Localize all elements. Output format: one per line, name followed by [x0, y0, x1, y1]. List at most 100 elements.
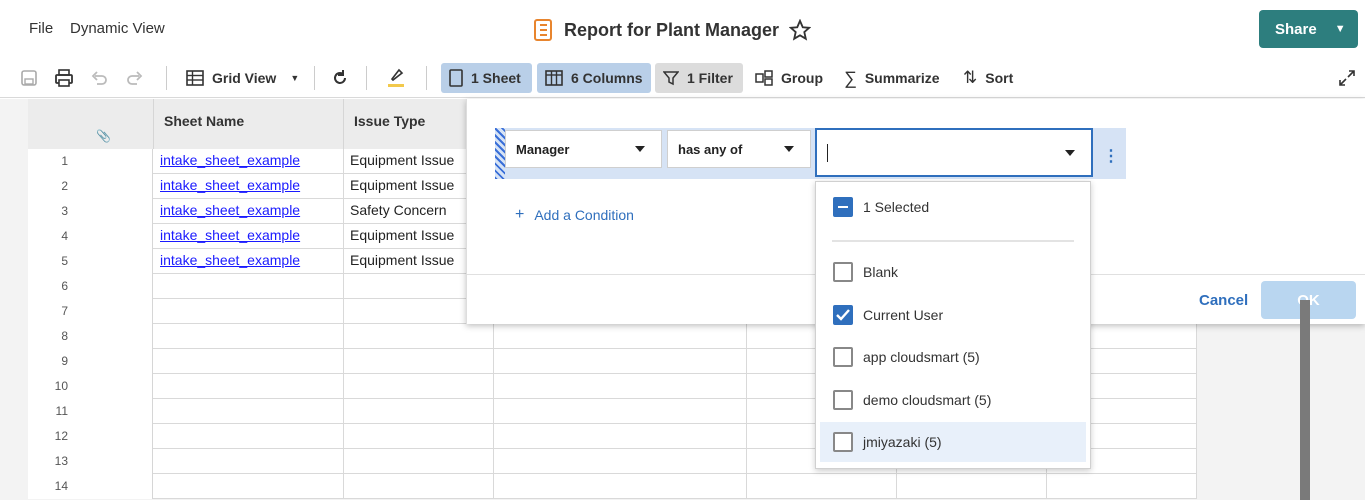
summarize-button[interactable]: ∑ Summarize — [836, 63, 948, 93]
option-item[interactable]: jmiyazaki (5) — [820, 422, 1086, 462]
issue-type-cell[interactable] — [344, 474, 494, 499]
sheet-name-cell[interactable] — [154, 349, 344, 374]
drag-handle[interactable] — [495, 128, 505, 179]
scrollbar[interactable] — [1300, 300, 1310, 500]
value-input[interactable] — [827, 143, 828, 162]
save-icon[interactable] — [20, 69, 38, 87]
issue-type-cell[interactable] — [344, 449, 494, 474]
row-number: 1 — [28, 149, 153, 174]
toolbar-divider — [314, 66, 315, 90]
undo-icon[interactable] — [90, 69, 108, 87]
empty-cell[interactable] — [494, 349, 747, 374]
sheet-name-cell[interactable] — [154, 324, 344, 349]
checkbox-icon[interactable] — [833, 347, 853, 367]
sheet-name-cell[interactable] — [154, 449, 344, 474]
filter-button[interactable]: 1 Filter — [655, 63, 743, 93]
sheet-name-cell[interactable] — [154, 399, 344, 424]
checkbox-icon[interactable] — [833, 262, 853, 282]
sheet-link[interactable]: intake_sheet_example — [160, 152, 300, 168]
more-options-icon[interactable]: ⋮ — [1103, 146, 1119, 166]
sigma-icon: ∑ — [844, 67, 857, 88]
issue-type-cell[interactable] — [344, 399, 494, 424]
row-number: 11 — [28, 399, 153, 424]
field-dropdown[interactable]: Manager — [505, 130, 662, 168]
issue-type-cell[interactable] — [344, 374, 494, 399]
sheet-link[interactable]: intake_sheet_example — [160, 177, 300, 193]
empty-cell[interactable] — [494, 424, 747, 449]
option-label: app cloudsmart (5) — [863, 349, 980, 365]
checkbox-checked-icon[interactable] — [833, 304, 853, 325]
operator-dropdown[interactable]: has any of — [667, 130, 811, 168]
empty-cell[interactable] — [494, 449, 747, 474]
sheet-link[interactable]: intake_sheet_example — [160, 202, 300, 218]
group-button[interactable]: Group — [747, 63, 831, 93]
sheet-name-cell[interactable]: intake_sheet_example — [154, 149, 344, 174]
add-condition-link[interactable]: + Add a Condition — [515, 206, 634, 224]
issue-type-cell[interactable] — [344, 424, 494, 449]
sheet-icon — [449, 69, 463, 87]
empty-cell[interactable] — [747, 474, 897, 499]
row-number: 3 — [28, 199, 153, 224]
sheet-name-cell[interactable]: intake_sheet_example — [154, 224, 344, 249]
sheet-link[interactable]: intake_sheet_example — [160, 227, 300, 243]
row-header-column: 📎 — [28, 99, 154, 149]
cancel-button[interactable]: Cancel — [1199, 292, 1248, 309]
summarize-label: Summarize — [864, 70, 940, 86]
expand-icon[interactable] — [1338, 69, 1356, 87]
star-icon[interactable] — [789, 19, 812, 41]
sheet-name-cell[interactable] — [154, 274, 344, 299]
sort-button[interactable]: ⇅ Sort — [955, 63, 1021, 93]
sheet-link[interactable]: intake_sheet_example — [160, 252, 300, 268]
toolbar: Grid View ▼ 1 Sheet 6 Columns 1 Filter G… — [0, 58, 1365, 98]
chevron-down-icon — [635, 146, 645, 152]
issue-type-cell[interactable] — [344, 324, 494, 349]
row-number: 9 — [28, 349, 153, 374]
option-item[interactable]: Current User — [820, 295, 1086, 335]
filter-icon — [663, 71, 679, 86]
share-button[interactable]: Share ▼ — [1259, 10, 1358, 48]
empty-cell[interactable] — [494, 474, 747, 499]
row-number: 2 — [28, 174, 153, 199]
sort-label: Sort — [985, 70, 1014, 86]
app-header: File Dynamic View Report for Plant Manag… — [0, 0, 1365, 58]
sheet-name-cell[interactable] — [154, 474, 344, 499]
checkbox-icon[interactable] — [833, 389, 853, 410]
chevron-down-icon — [784, 146, 794, 152]
grid-icon — [186, 70, 204, 86]
report-icon — [534, 19, 552, 41]
checkbox-icon[interactable] — [833, 432, 853, 452]
sheet-name-cell[interactable]: intake_sheet_example — [154, 249, 344, 274]
sheet-name-cell[interactable]: intake_sheet_example — [154, 199, 344, 224]
sheet-name-cell[interactable] — [154, 374, 344, 399]
empty-cell[interactable] — [494, 374, 747, 399]
option-item[interactable]: Blank — [820, 252, 1086, 292]
divider — [832, 240, 1074, 242]
option-item[interactable]: app cloudsmart (5) — [820, 337, 1086, 377]
option-label: jmiyazaki (5) — [863, 434, 942, 450]
row-number: 4 — [28, 224, 153, 249]
empty-cell[interactable] — [494, 399, 747, 424]
empty-cell[interactable] — [897, 474, 1047, 499]
menu-dynamic-view[interactable]: Dynamic View — [70, 20, 165, 37]
refresh-icon[interactable] — [331, 69, 349, 87]
option-item[interactable]: demo cloudsmart (5) — [820, 380, 1086, 420]
sheet-name-cell[interactable] — [154, 299, 344, 324]
table-row: 14 — [28, 474, 1197, 499]
issue-type-cell[interactable] — [344, 349, 494, 374]
grid-view-button[interactable]: Grid View ▼ — [178, 63, 307, 93]
sheet-button[interactable]: 1 Sheet — [441, 63, 532, 93]
menu-file[interactable]: File — [29, 20, 53, 37]
sheet-name-cell[interactable]: intake_sheet_example — [154, 174, 344, 199]
empty-cell[interactable] — [1047, 474, 1197, 499]
empty-cell[interactable] — [494, 324, 747, 349]
sheet-name-cell[interactable] — [154, 424, 344, 449]
group-icon — [755, 70, 773, 86]
print-icon[interactable] — [54, 69, 74, 87]
columns-button[interactable]: 6 Columns — [537, 63, 651, 93]
value-dropdown[interactable] — [815, 128, 1093, 177]
column-header-sheet-name[interactable]: Sheet Name — [154, 99, 344, 149]
highlight-icon[interactable] — [386, 67, 406, 89]
chevron-down-icon — [1065, 150, 1075, 156]
select-all-option[interactable]: 1 Selected — [820, 187, 1086, 227]
redo-icon[interactable] — [126, 69, 144, 87]
